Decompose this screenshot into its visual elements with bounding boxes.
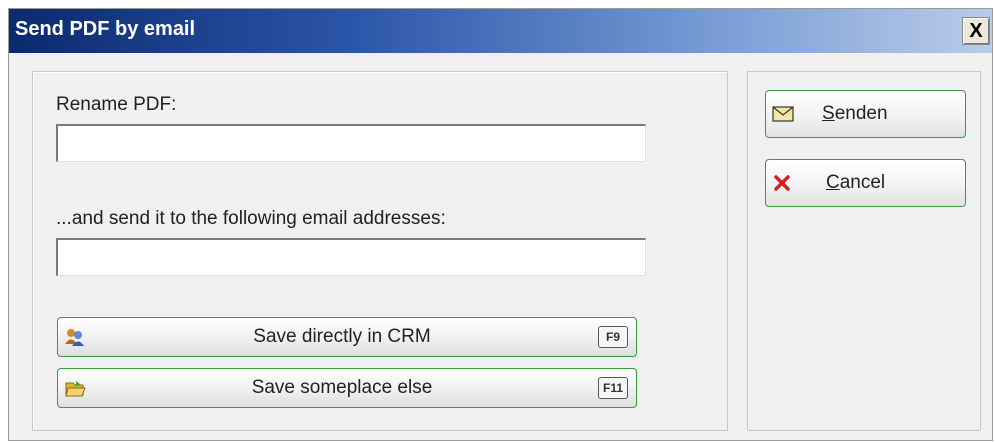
email-addresses-input[interactable]	[56, 238, 646, 276]
action-panel: Senden Cancel	[747, 71, 981, 431]
email-addresses-label: ...and send it to the following email ad…	[56, 208, 446, 229]
send-label-rest: enden	[834, 103, 888, 124]
send-pdf-dialog: Send PDF by email X Rename PDF: ...and s…	[8, 8, 993, 441]
save-someplace-else-button[interactable]: Save someplace else F11	[57, 368, 637, 408]
title-bar: Send PDF by email X	[9, 9, 992, 53]
send-button[interactable]: Senden	[765, 90, 966, 138]
red-x-icon	[774, 175, 790, 191]
cancel-label-mnemonic: C	[826, 172, 840, 193]
cancel-label-rest: ancel	[839, 172, 886, 193]
close-button[interactable]: X	[962, 17, 990, 45]
f11-key-badge: F11	[598, 377, 628, 399]
save-in-crm-label: Save directly in CRM	[253, 326, 431, 347]
window-title: Send PDF by email	[15, 18, 196, 40]
cancel-label: Cancel	[826, 172, 885, 194]
envelope-icon	[772, 106, 794, 122]
form-panel: Rename PDF: ...and send it to the follow…	[32, 71, 728, 431]
rename-pdf-input[interactable]	[56, 124, 646, 162]
save-someplace-else-label: Save someplace else	[251, 377, 433, 398]
folder-open-icon	[64, 377, 86, 399]
send-label-mnemonic: S	[822, 103, 835, 124]
save-in-crm-button[interactable]: Save directly in CRM F9	[57, 317, 637, 357]
crm-users-icon	[64, 326, 86, 348]
send-label: Senden	[822, 103, 888, 125]
rename-pdf-label: Rename PDF:	[56, 94, 177, 115]
cancel-button[interactable]: Cancel	[765, 159, 966, 207]
f9-key-badge: F9	[598, 326, 628, 348]
